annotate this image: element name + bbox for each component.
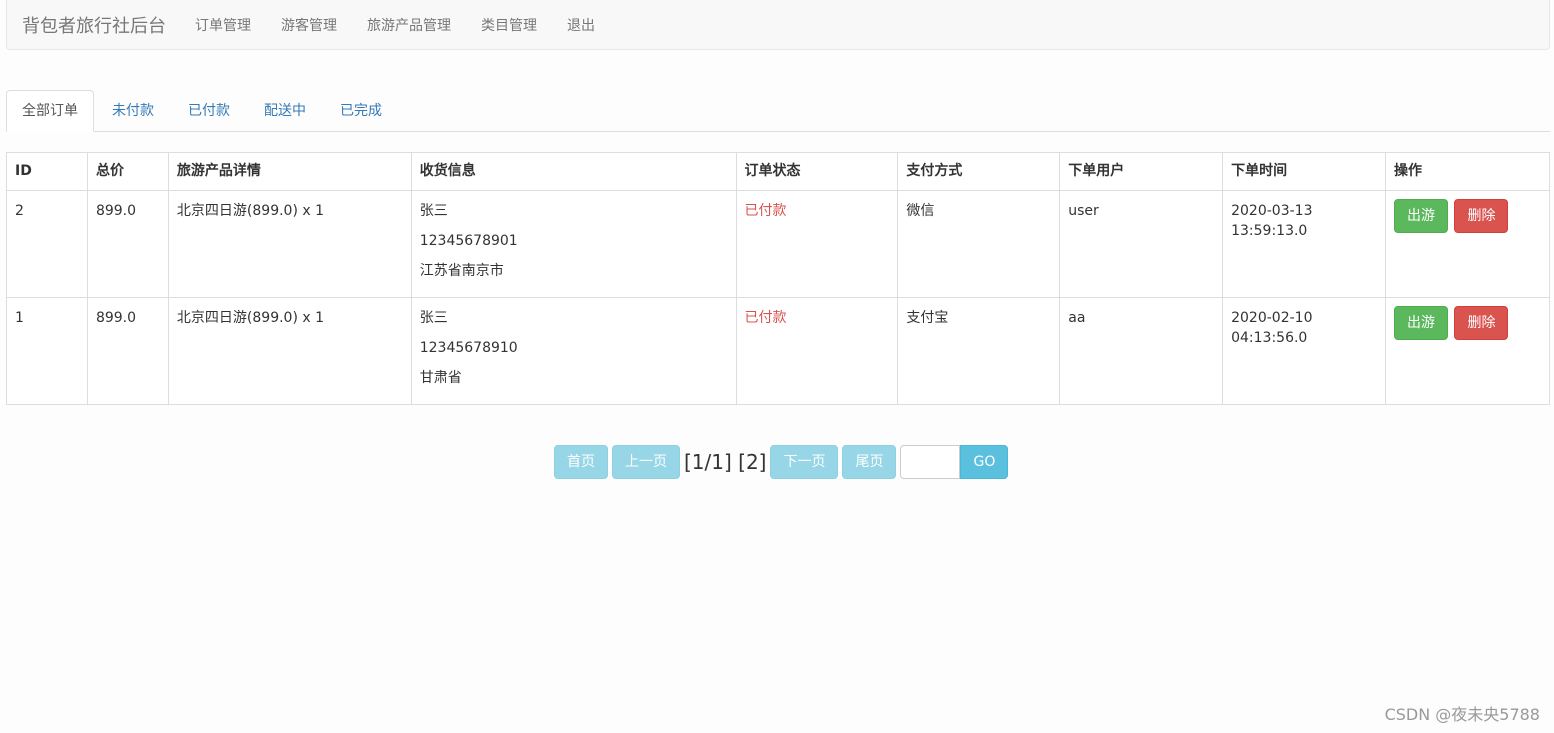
recipient-phone: 12345678910 (419, 340, 518, 356)
travel-button[interactable]: 出游 (1394, 199, 1449, 233)
orders-table: ID 总价 旅游产品详情 收货信息 订单状态 支付方式 下单用户 下单时间 操作… (6, 152, 1550, 405)
cell-status: 已付款 (735, 297, 899, 405)
tab-unpaid[interactable]: 未付款 (96, 90, 170, 132)
tab-completed[interactable]: 已完成 (324, 90, 398, 132)
delete-button[interactable]: 删除 (1454, 306, 1509, 340)
cell-id: 2 (6, 190, 88, 298)
next-page-button[interactable]: 下一页 (770, 444, 839, 479)
cell-shipping-info: 张三 12345678910 甘肃省 (410, 297, 737, 405)
cell-payment: 支付宝 (897, 297, 1061, 405)
cell-total: 899.0 (86, 190, 169, 298)
header-actions: 操作 (1385, 152, 1550, 191)
recipient-address: 江苏省南京市 (419, 263, 504, 279)
cell-actions: 出游 删除 (1385, 190, 1550, 298)
cell-actions: 出游 删除 (1385, 297, 1550, 405)
go-button[interactable]: GO (960, 444, 1009, 479)
nav-category-management[interactable]: 类目管理 (466, 15, 552, 35)
travel-button[interactable]: 出游 (1394, 306, 1449, 340)
page-info: [1/1] [2] (684, 449, 767, 474)
cell-payment: 微信 (897, 190, 1061, 298)
table-row: 1 899.0 北京四日游(899.0) x 1 张三 12345678910 … (6, 297, 1550, 405)
header-payment: 支付方式 (897, 152, 1061, 191)
watermark: CSDN @夜未央5788 (1384, 705, 1540, 724)
tab-all-orders[interactable]: 全部订单 (6, 90, 94, 132)
header-user: 下单用户 (1059, 152, 1224, 191)
brand-title[interactable]: 背包者旅行社后台 (7, 12, 166, 38)
cell-user: aa (1059, 297, 1224, 405)
nav-product-management[interactable]: 旅游产品管理 (352, 15, 466, 35)
cell-product: 北京四日游(899.0) x 1 (167, 190, 412, 298)
header-id: ID (6, 152, 88, 191)
last-page-button[interactable]: 尾页 (842, 444, 897, 479)
nav-logout[interactable]: 退出 (552, 15, 610, 35)
table-row: 2 899.0 北京四日游(899.0) x 1 张三 12345678901 … (6, 190, 1550, 298)
cell-shipping-info: 张三 12345678901 江苏省南京市 (410, 190, 737, 298)
header-shipping-info: 收货信息 (410, 152, 737, 191)
tab-paid[interactable]: 已付款 (172, 90, 246, 132)
cell-time: 2020-03-13 13:59:13.0 (1222, 190, 1387, 298)
cell-id: 1 (6, 297, 88, 405)
page-number-input[interactable] (900, 444, 961, 479)
pagination: 首页 上一页 [1/1] [2] 下一页 尾页 GO (554, 444, 1009, 479)
header-product: 旅游产品详情 (167, 152, 412, 191)
nav-order-management[interactable]: 订单管理 (180, 15, 266, 35)
recipient-name: 张三 (419, 310, 448, 326)
delete-button[interactable]: 删除 (1454, 199, 1509, 233)
top-navbar: 背包者旅行社后台 订单管理 游客管理 旅游产品管理 类目管理 退出 (6, 0, 1550, 50)
cell-status: 已付款 (735, 190, 899, 298)
recipient-name: 张三 (419, 203, 448, 219)
header-status: 订单状态 (735, 152, 899, 191)
nav-tourist-management[interactable]: 游客管理 (266, 15, 352, 35)
prev-page-button[interactable]: 上一页 (612, 444, 680, 479)
recipient-address: 甘肃省 (419, 370, 462, 386)
order-status-tabs: 全部订单 未付款 已付款 配送中 已完成 (6, 90, 1550, 132)
cell-product: 北京四日游(899.0) x 1 (167, 297, 412, 405)
header-time: 下单时间 (1222, 152, 1387, 191)
cell-user: user (1059, 190, 1224, 298)
cell-time: 2020-02-10 04:13:56.0 (1222, 297, 1387, 405)
tab-shipping[interactable]: 配送中 (248, 90, 322, 132)
cell-total: 899.0 (86, 297, 169, 405)
table-header-row: ID 总价 旅游产品详情 收货信息 订单状态 支付方式 下单用户 下单时间 操作 (6, 152, 1550, 191)
first-page-button[interactable]: 首页 (554, 444, 608, 479)
recipient-phone: 12345678901 (419, 233, 518, 249)
header-total: 总价 (86, 152, 169, 191)
